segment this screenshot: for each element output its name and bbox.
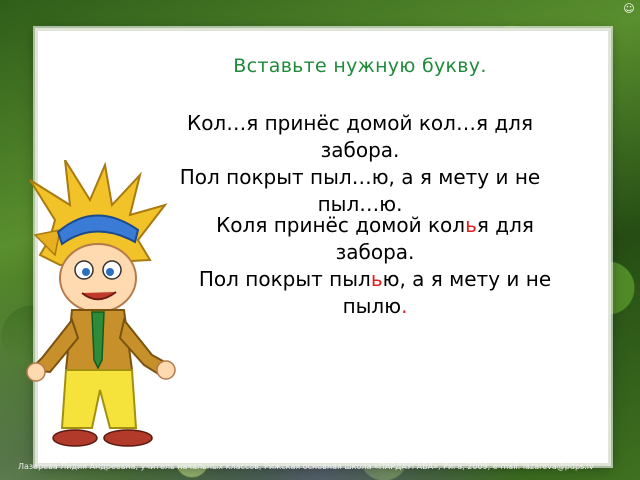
tie xyxy=(91,311,105,370)
inserted-letter: ь xyxy=(465,213,477,237)
corner-logo-icon: ☺ xyxy=(623,2,635,15)
answer-text: Коля принёс домой колья для забора. Пол … xyxy=(150,212,600,320)
answer-line-3: Пол покрыт пылью, а я мету и не xyxy=(198,267,552,291)
task-text: Кол…я принёс домой кол…я для забора. Пол… xyxy=(140,110,580,218)
task-line-1: Кол…я принёс домой кол…я для xyxy=(187,111,533,135)
inserted-dot: . xyxy=(401,294,408,318)
cartoon-boy-illustration xyxy=(26,160,176,447)
task-line-3: Пол покрыт пыл…ю, а я мету и не xyxy=(179,165,541,189)
slide-title: Вставьте нужную букву. xyxy=(233,55,487,77)
answer-line-2: забора. xyxy=(335,240,415,264)
pants xyxy=(60,369,138,429)
answer-line-1: Коля принёс домой колья для xyxy=(216,213,534,237)
task-line-2: забора. xyxy=(320,138,400,162)
answer-line-4: пылю. xyxy=(342,294,408,318)
inserted-letter: ь xyxy=(370,267,383,291)
footer-credits: Лазарева Лидия Андреевна, учитель началь… xyxy=(18,462,594,471)
face xyxy=(59,243,137,313)
